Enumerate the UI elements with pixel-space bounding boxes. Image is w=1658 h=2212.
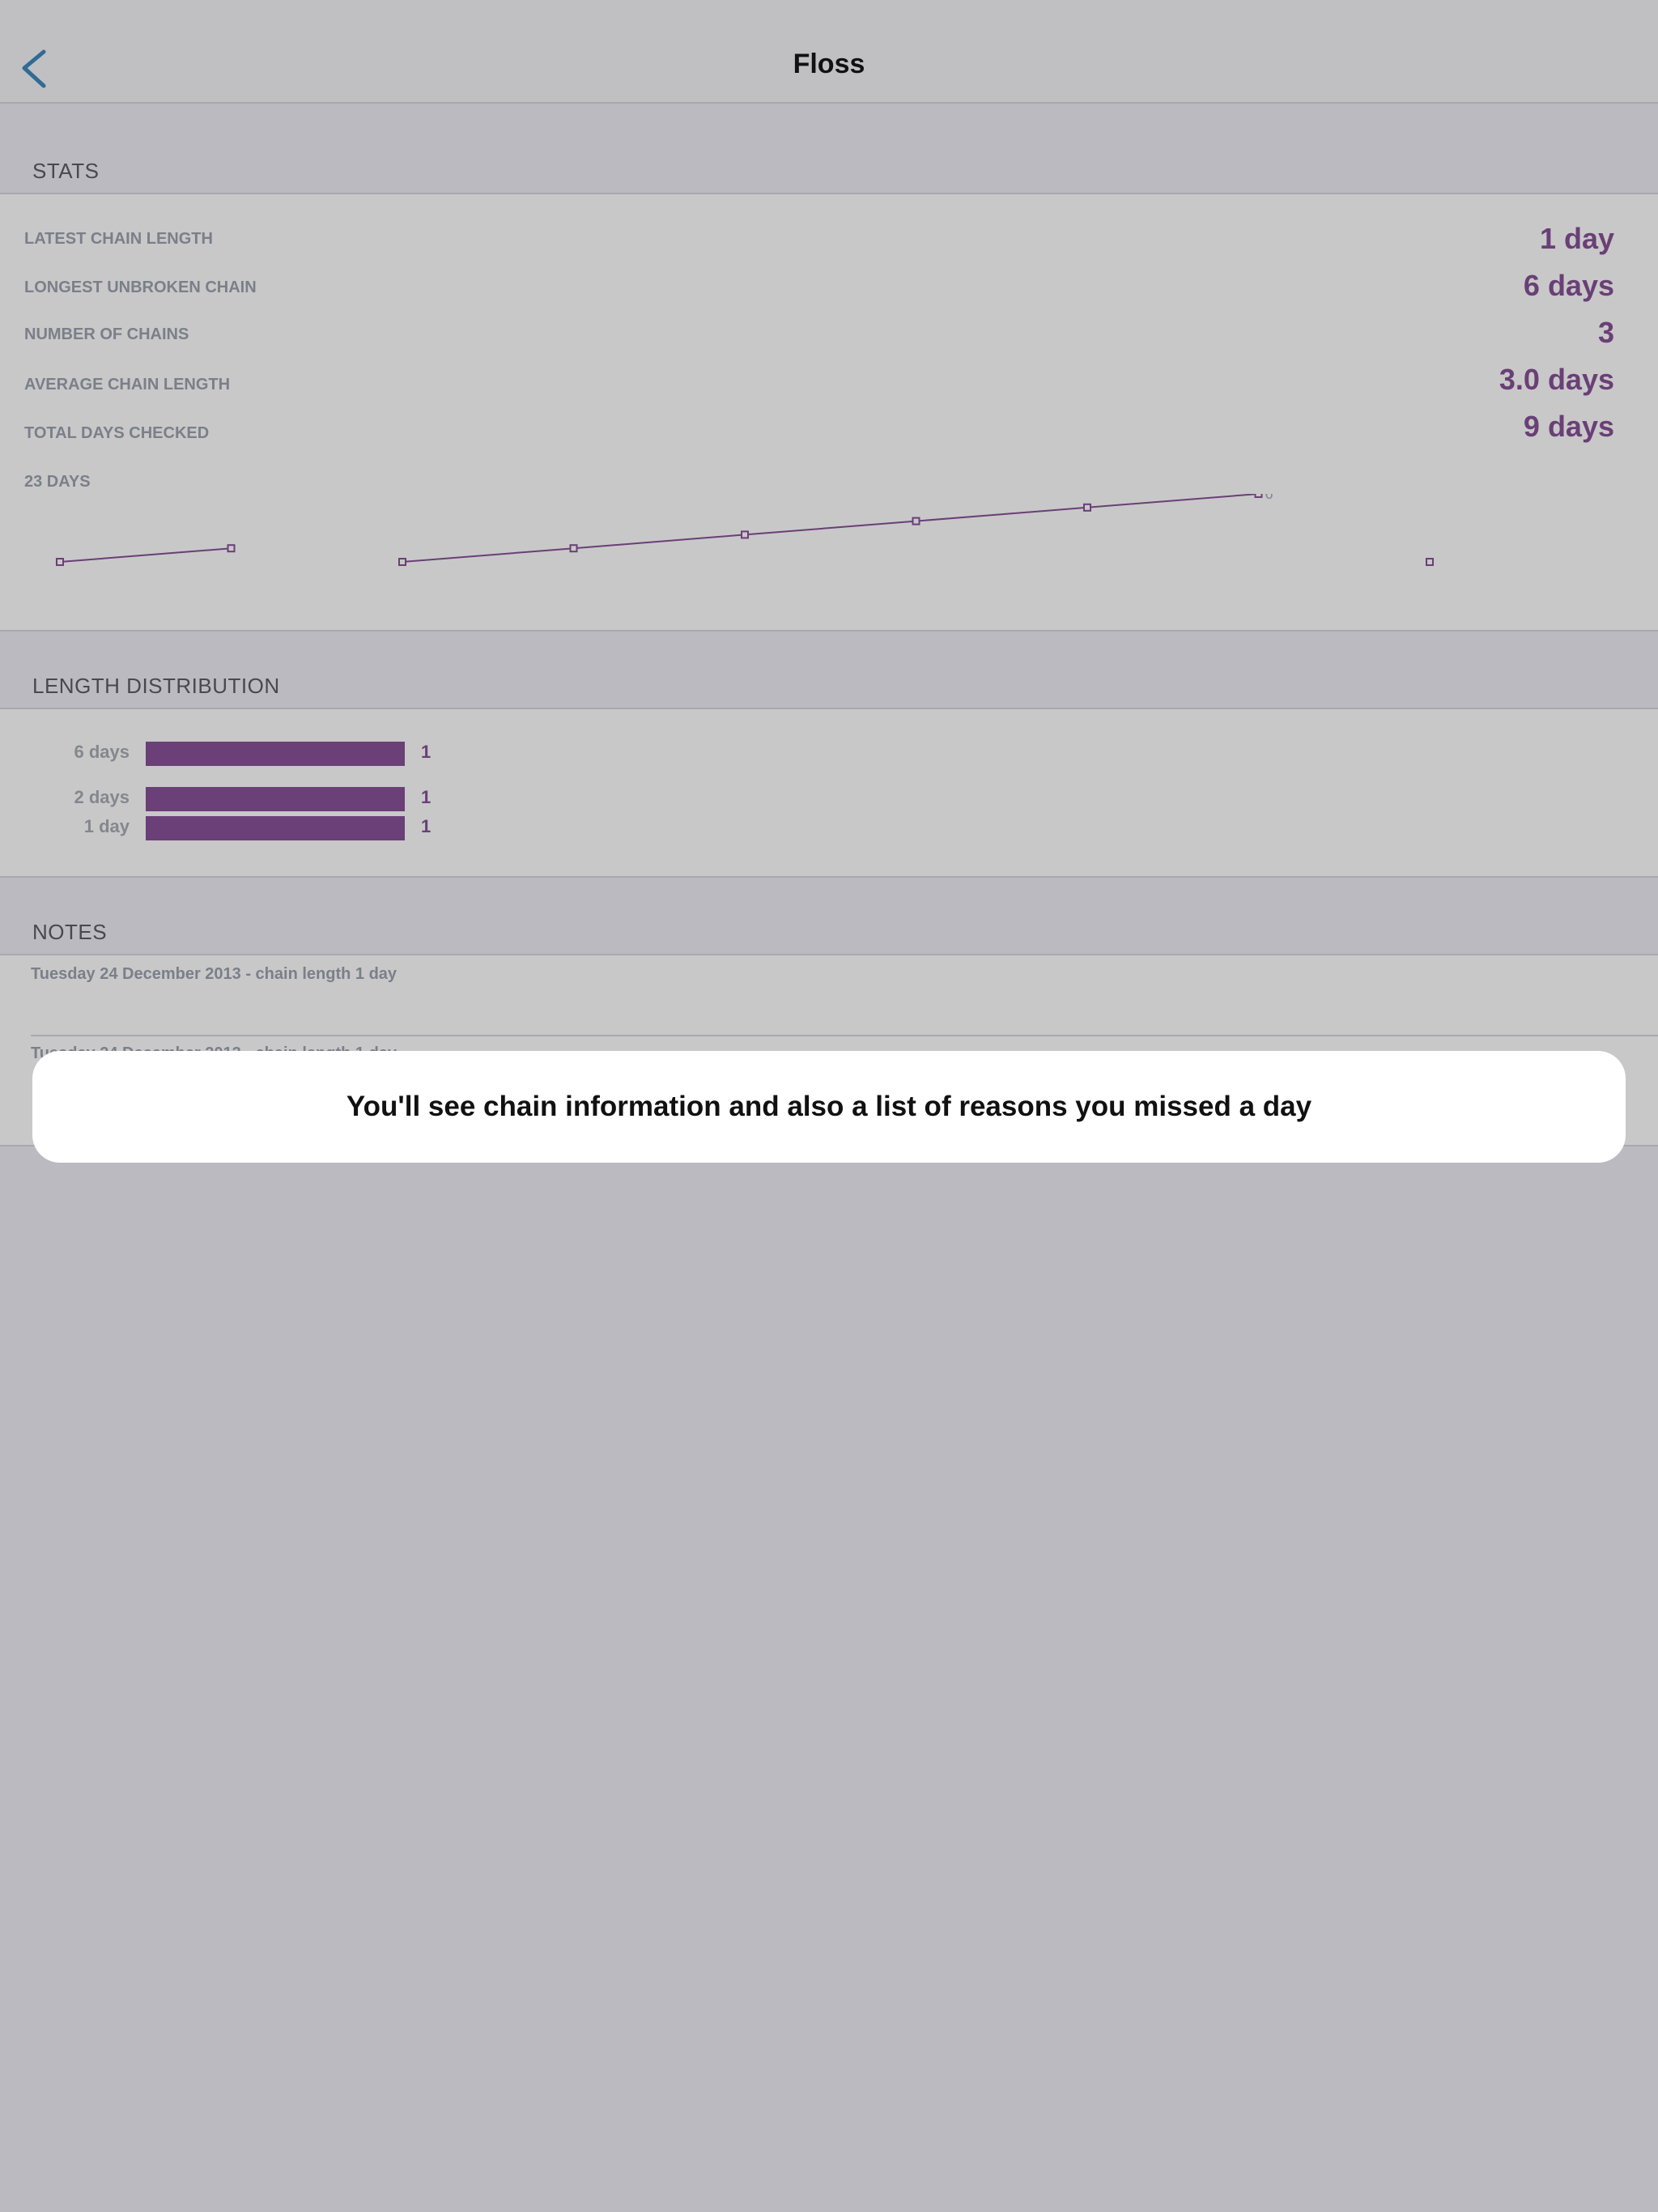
chain-line-chart: 6 xyxy=(56,494,1434,566)
stat-value-longest-chain: 6 days xyxy=(1523,269,1614,302)
stat-label-longest-chain: LONGEST UNBROKEN CHAIN xyxy=(24,279,257,296)
chart-point xyxy=(398,558,406,566)
distribution-section-header: LENGTH DISTRIBUTION xyxy=(32,674,280,698)
distribution-count-1-day: 1 xyxy=(421,816,432,836)
note-divider xyxy=(31,1035,1658,1036)
chart-point xyxy=(1083,503,1091,512)
note-item[interactable]: Tuesday 24 December 2013 - chain length … xyxy=(31,965,397,984)
navigation-bar: Floss xyxy=(0,0,1658,104)
stat-value-total-days: 9 days xyxy=(1523,410,1614,443)
distribution-count-2-days: 1 xyxy=(421,787,432,807)
chart-range-label: 23 DAYS xyxy=(24,473,91,491)
chart-point xyxy=(1254,494,1263,498)
chart-point xyxy=(1426,558,1434,566)
chart-point xyxy=(569,544,578,553)
notes-section-header: NOTES xyxy=(32,920,108,944)
stat-label-total-days: TOTAL DAYS CHECKED xyxy=(24,424,210,442)
chart-series-line xyxy=(402,494,1259,563)
stats-panel: LATEST CHAIN LENGTH 1 day LONGEST UNBROK… xyxy=(0,193,1658,632)
distribution-label-2-days: 2 days xyxy=(74,787,130,807)
distribution-label-1-day: 1 day xyxy=(83,816,130,836)
onboarding-tooltip[interactable]: You'll see chain information and also a … xyxy=(32,1051,1626,1163)
distribution-bar-1-day xyxy=(146,816,405,840)
distribution-panel: 6 days 1 2 days 1 1 day 1 xyxy=(0,708,1658,878)
stat-label-latest-chain: LATEST CHAIN LENGTH xyxy=(24,230,213,248)
stat-value-number-of-chains: 3 xyxy=(1597,316,1614,349)
distribution-count-6-days: 1 xyxy=(421,742,432,762)
chart-point xyxy=(912,517,920,525)
stats-section-header: STATS xyxy=(32,159,100,183)
stat-label-average-chain: AVERAGE CHAIN LENGTH xyxy=(24,376,231,393)
chart-point xyxy=(56,558,64,566)
distribution-label-6-days: 6 days xyxy=(74,742,130,762)
stat-value-average-chain: 3.0 days xyxy=(1499,363,1614,396)
page-title: Floss xyxy=(793,49,865,79)
chart-peak-label: 6 xyxy=(1265,494,1273,502)
chart-series-line xyxy=(59,547,232,563)
chart-point xyxy=(741,530,749,539)
distribution-bar-6-days xyxy=(146,742,405,766)
stat-label-number-of-chains: NUMBER OF CHAINS xyxy=(24,325,189,343)
distribution-bar-2-days xyxy=(146,787,405,811)
chart-point xyxy=(227,544,236,553)
tooltip-text: You'll see chain information and also a … xyxy=(346,1091,1312,1122)
stat-value-latest-chain: 1 day xyxy=(1539,222,1614,255)
